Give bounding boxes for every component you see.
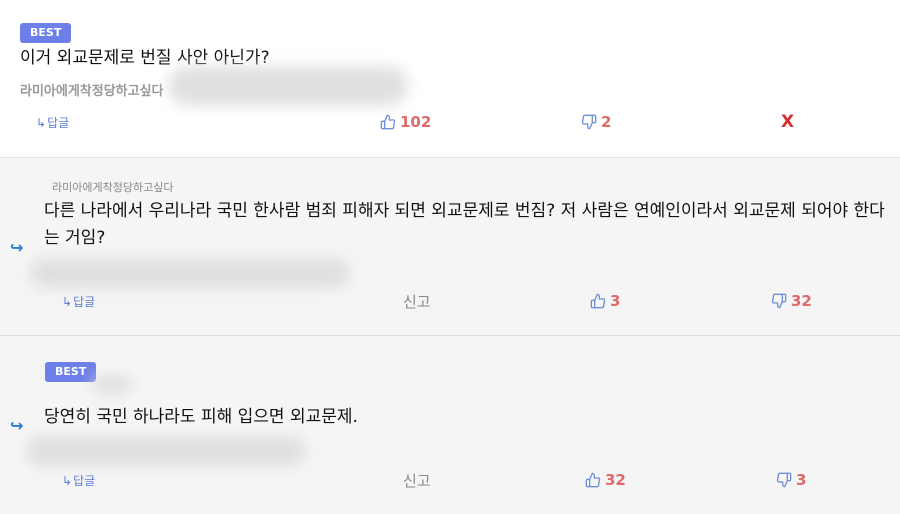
dislike-button[interactable]: 32 — [771, 292, 812, 310]
reply-button[interactable]: ↳ 답글 — [62, 293, 95, 310]
thumbs-up-icon — [590, 293, 606, 309]
reply-indicator-icon: ↪ — [10, 238, 24, 257]
dislike-count: 3 — [796, 471, 807, 489]
blurred-area — [26, 436, 306, 466]
like-button[interactable]: 32 — [585, 471, 626, 489]
blurred-area — [92, 376, 132, 394]
report-button[interactable]: 신고 — [403, 470, 431, 491]
like-button[interactable]: 102 — [380, 113, 431, 131]
thumbs-up-icon — [380, 114, 396, 130]
best-badge: BEST — [20, 23, 72, 43]
like-count: 102 — [400, 113, 432, 131]
best-badge: BEST — [45, 362, 97, 382]
thumbs-up-icon — [585, 472, 601, 488]
dislike-button[interactable]: 3 — [776, 471, 806, 489]
delete-button[interactable]: X — [781, 112, 794, 132]
comment-reply-best: BEST 당연히 국민 하나라도 피해 입으면 외교문제. ↪ ↳ 답글 신고 … — [0, 335, 900, 514]
dislike-button[interactable]: 2 — [581, 113, 611, 131]
reply-button[interactable]: ↳ 답글 — [62, 472, 95, 489]
like-count: 3 — [610, 292, 621, 310]
report-button[interactable]: 신고 — [403, 291, 431, 312]
comment-text-line2: 는 거임? — [44, 228, 106, 248]
reply-label: 답글 — [47, 116, 70, 130]
dislike-count: 2 — [601, 113, 612, 131]
blurred-area — [30, 258, 350, 288]
comment-text: 당연히 국민 하나라도 피해 입으면 외교문제. — [44, 407, 358, 427]
comment-author[interactable]: 라미아에게착정당하고싶다 — [52, 179, 173, 195]
like-button[interactable]: 3 — [590, 292, 620, 310]
reply-button[interactable]: ↳ 답글 — [36, 114, 69, 131]
comment-author[interactable]: 라미아에게착정당하고싶다 — [20, 80, 164, 99]
reply-arrow-icon: ↳ — [62, 294, 73, 309]
comment-best-1: BEST 이거 외교문제로 번질 사안 아닌가? 라미아에게착정당하고싶다 ↳ … — [0, 0, 900, 157]
thumbs-down-icon — [771, 293, 787, 309]
reply-label: 답글 — [73, 474, 96, 488]
thumbs-down-icon — [581, 114, 597, 130]
like-count: 32 — [605, 471, 626, 489]
reply-arrow-icon: ↳ — [36, 115, 47, 130]
reply-label: 답글 — [73, 295, 96, 309]
comment-text-line1: 다른 나라에서 우리나라 국민 한사람 범죄 피해자 되면 외교문제로 번짐? … — [44, 201, 885, 221]
reply-indicator-icon: ↪ — [10, 416, 24, 435]
thumbs-down-icon — [776, 472, 792, 488]
comment-reply-1: 라미아에게착정당하고싶다 다른 나라에서 우리나라 국민 한사람 범죄 피해자 … — [0, 157, 900, 335]
reply-arrow-icon: ↳ — [62, 473, 73, 488]
dislike-count: 32 — [791, 292, 812, 310]
blurred-area — [168, 66, 408, 106]
